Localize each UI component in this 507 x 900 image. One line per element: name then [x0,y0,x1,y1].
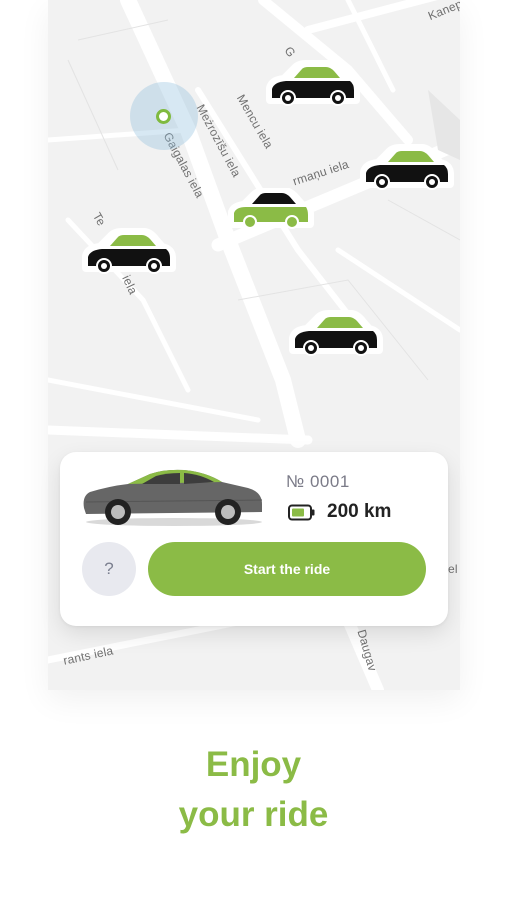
road-left-3 [48,377,261,423]
vehicle-image [83,469,263,526]
vehicle-card: № 0001 200 km ? Start the ride [60,452,448,626]
road-lower [48,425,313,445]
help-button[interactable]: ? [82,542,136,596]
start-ride-button[interactable]: Start the ride [148,542,426,596]
tagline-line-1: Enjoy [205,745,302,784]
range-value: 200 km [327,501,392,522]
car-marker-2[interactable] [360,144,454,194]
user-location-marker [156,109,171,124]
car-marker-3[interactable] [228,188,314,234]
car-marker-4[interactable] [82,228,176,278]
car-number: № 0001 [286,472,350,491]
tagline-line-2: your ride [178,795,329,834]
car-marker-5[interactable] [289,310,383,360]
battery-icon [288,504,315,520]
battery-range: 200 km [288,501,391,523]
street-label-el: el [448,562,458,576]
car-marker-1[interactable] [266,60,360,110]
